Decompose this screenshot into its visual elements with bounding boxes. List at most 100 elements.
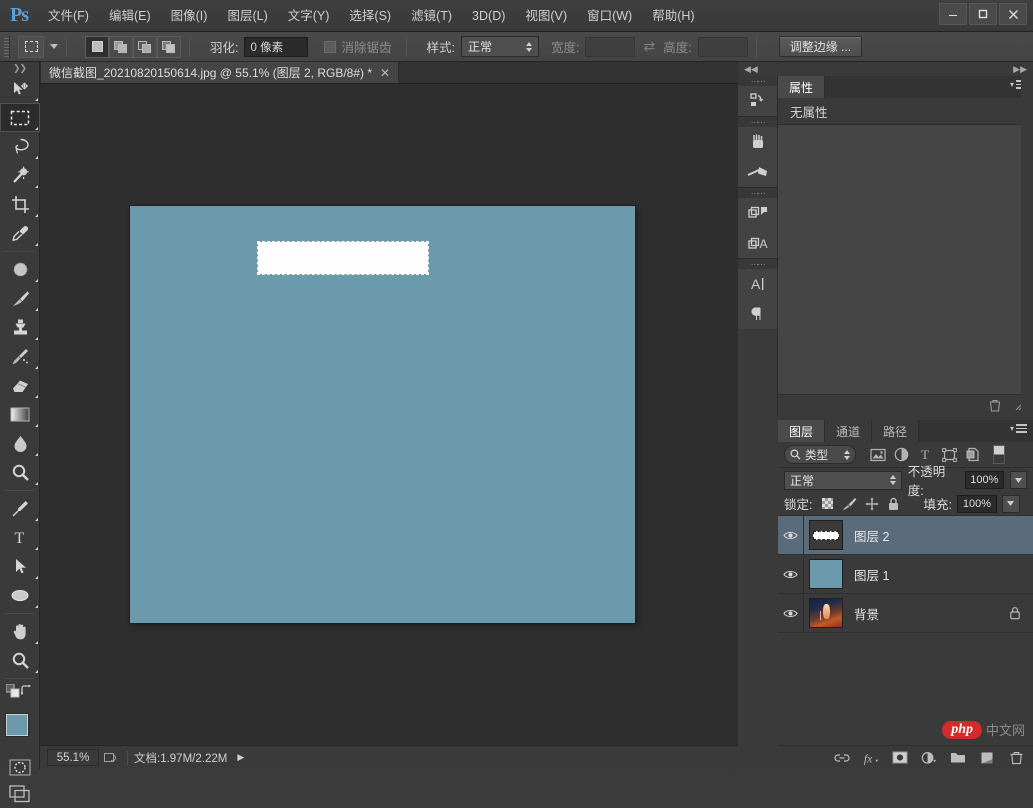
menu-view[interactable]: 视图(V) <box>515 0 577 32</box>
path-selection-tool[interactable] <box>0 552 40 581</box>
delete-properties-icon[interactable] <box>989 399 1001 412</box>
lock-position-button[interactable] <box>863 495 880 512</box>
layer-style-button[interactable]: fx <box>863 750 879 766</box>
layer-visibility-toggle[interactable] <box>778 594 804 633</box>
fill-chevron-down-icon[interactable] <box>1002 495 1020 513</box>
lock-image-pixels-button[interactable] <box>841 495 858 512</box>
quick-mask-button[interactable] <box>0 754 40 780</box>
layer-filter-type-select[interactable]: 类型 <box>784 445 856 464</box>
menu-window[interactable]: 窗口(W) <box>577 0 642 32</box>
paragraph-styles-panel-icon[interactable] <box>738 198 777 228</box>
swap-colors-icon[interactable] <box>20 684 33 697</box>
close-button[interactable] <box>999 3 1027 25</box>
style-select[interactable]: 正常 <box>461 36 539 57</box>
brush-tool[interactable] <box>0 284 40 313</box>
rail-grip-4[interactable]: ⋯⋯ <box>738 259 777 269</box>
eraser-tool[interactable] <box>0 371 40 400</box>
menu-select[interactable]: 选择(S) <box>339 0 401 32</box>
fill-input[interactable]: 100% <box>957 495 997 513</box>
link-layers-button[interactable] <box>834 750 850 766</box>
dock-vertical-scrollbar[interactable] <box>1021 76 1033 416</box>
default-colors-icon[interactable] <box>6 684 20 698</box>
screen-mode-button[interactable] <box>0 780 40 808</box>
rail-grip-3[interactable]: ⋯⋯ <box>738 188 777 198</box>
ellipse-tool[interactable] <box>0 581 40 610</box>
layers-panel-menu-icon[interactable]: ▾ <box>1010 424 1027 433</box>
menu-help[interactable]: 帮助(H) <box>642 0 704 32</box>
horizontal-type-tool[interactable]: T <box>0 523 40 552</box>
maximize-button[interactable] <box>969 3 997 25</box>
document-tab[interactable]: 微信截图_20210820150614.jpg @ 55.1% (图层 2, R… <box>40 61 399 83</box>
layer-name[interactable]: 图层 1 <box>854 565 889 584</box>
gradient-tool[interactable] <box>0 400 40 429</box>
table-row[interactable]: 图层 2 <box>778 516 1033 555</box>
menu-type[interactable]: 文字(Y) <box>278 0 340 32</box>
options-bar-grip[interactable] <box>2 36 10 58</box>
foreground-color-swatch[interactable] <box>6 714 28 736</box>
canvas-horizontal-scrollbar[interactable] <box>724 746 738 770</box>
blend-mode-select[interactable]: 正常 <box>784 471 902 490</box>
height-input[interactable] <box>698 37 748 57</box>
feather-input[interactable]: 0 像素 <box>244 37 308 57</box>
menu-file[interactable]: 文件(F) <box>38 0 99 32</box>
tab-channels[interactable]: 通道 <box>825 420 872 442</box>
new-adjustment-layer-button[interactable] <box>921 750 937 766</box>
character-styles-panel-icon[interactable]: A <box>738 228 777 258</box>
expand-dock-icon[interactable]: ▶▶ <box>1013 64 1027 75</box>
layer-name[interactable]: 图层 2 <box>854 526 889 545</box>
clone-stamp-tool[interactable] <box>0 313 40 342</box>
antialias-checkbox[interactable] <box>324 41 336 53</box>
collapse-dock-icon[interactable]: ◀◀ <box>744 64 758 75</box>
minimize-button[interactable] <box>939 3 967 25</box>
crop-tool[interactable] <box>0 190 40 219</box>
character-panel-icon[interactable]: A <box>738 269 777 299</box>
refine-edge-button[interactable]: 调整边缘 ... <box>779 36 862 57</box>
pen-tool[interactable] <box>0 494 40 523</box>
lock-all-button[interactable] <box>885 495 902 512</box>
subtract-from-selection-button[interactable] <box>133 36 157 58</box>
layer-thumbnail-cell[interactable] <box>804 598 848 628</box>
zoom-level-input[interactable]: 55.1% <box>47 749 99 766</box>
add-to-selection-button[interactable] <box>109 36 133 58</box>
image-artboard[interactable] <box>130 206 635 623</box>
filter-pixel-layers-icon[interactable] <box>868 445 887 464</box>
new-group-button[interactable] <box>950 750 966 766</box>
status-preview-icon[interactable] <box>99 752 121 764</box>
document-tab-close-icon[interactable]: ✕ <box>380 66 390 80</box>
opacity-chevron-down-icon[interactable] <box>1010 471 1027 489</box>
rail-grip-1[interactable]: ⋯⋯ <box>738 76 777 86</box>
canvas-area[interactable] <box>40 84 738 745</box>
width-input[interactable] <box>585 37 635 57</box>
opacity-input[interactable]: 100% <box>965 471 1004 489</box>
tab-properties[interactable]: 属性 <box>778 76 825 98</box>
history-panel-icon[interactable] <box>738 86 777 116</box>
layer-visibility-toggle[interactable] <box>778 516 804 555</box>
delete-layer-button[interactable] <box>1008 750 1024 766</box>
zoom-tool[interactable] <box>0 646 40 675</box>
tool-preset-chevron-down-icon[interactable] <box>50 44 58 49</box>
brush-panel-icon[interactable] <box>738 157 777 187</box>
hand-tool[interactable] <box>0 617 40 646</box>
filter-smart-objects-icon[interactable] <box>964 445 983 464</box>
layer-list[interactable]: 图层 2 图层 1 <box>778 516 1033 745</box>
rectangular-marquee-tool[interactable] <box>0 103 40 132</box>
menu-layer[interactable]: 图层(L) <box>217 0 277 32</box>
add-layer-mask-button[interactable] <box>892 750 908 766</box>
marquee-selection[interactable] <box>258 242 428 274</box>
status-menu-arrow-icon[interactable]: ▶ <box>237 752 244 763</box>
layer-thumbnail-cell[interactable] <box>804 559 848 589</box>
dodge-tool[interactable] <box>0 458 40 487</box>
table-row[interactable]: 图层 1 <box>778 555 1033 594</box>
rail-grip-2[interactable]: ⋯⋯ <box>738 117 777 127</box>
lock-transparent-pixels-button[interactable] <box>819 495 836 512</box>
layer-name[interactable]: 背景 <box>854 604 879 623</box>
move-tool[interactable] <box>0 74 40 103</box>
layer-visibility-toggle[interactable] <box>778 555 804 594</box>
blur-tool[interactable] <box>0 429 40 458</box>
tab-layers[interactable]: 图层 <box>778 420 825 442</box>
new-layer-button[interactable] <box>979 750 995 766</box>
menu-filter[interactable]: 滤镜(T) <box>401 0 462 32</box>
magic-wand-tool[interactable] <box>0 161 40 190</box>
new-selection-button[interactable] <box>85 36 109 58</box>
lasso-tool[interactable] <box>0 132 40 161</box>
